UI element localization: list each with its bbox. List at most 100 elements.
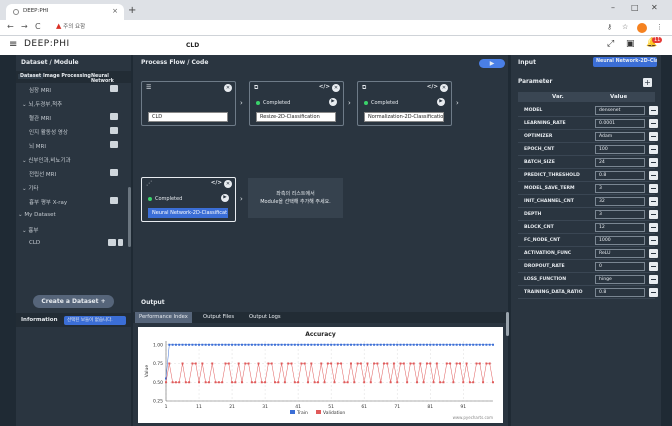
parameter-value[interactable]: 32 bbox=[595, 197, 645, 206]
tree-item[interactable]: 뇌 MRI bbox=[29, 142, 46, 150]
input-title: Input bbox=[518, 59, 536, 66]
tree-scrollbar[interactable] bbox=[128, 187, 131, 247]
minimize-icon[interactable]: – bbox=[611, 3, 615, 12]
remove-parameter-button[interactable] bbox=[649, 223, 658, 232]
add-parameter-button[interactable]: + bbox=[643, 78, 652, 87]
remove-parameter-button[interactable] bbox=[649, 275, 658, 284]
close-tab-icon[interactable]: × bbox=[112, 7, 118, 15]
export-icon[interactable] bbox=[110, 169, 118, 176]
parameter-value[interactable]: 24 bbox=[595, 158, 645, 167]
forward-icon[interactable]: → bbox=[21, 22, 28, 31]
trash-icon[interactable] bbox=[118, 239, 123, 246]
remove-parameter-button[interactable] bbox=[649, 236, 658, 245]
export-icon[interactable] bbox=[110, 113, 118, 120]
browser-tab[interactable]: DEEP:PHI × bbox=[6, 4, 124, 20]
address-bar[interactable]: ▲ 주의 요함 bbox=[56, 22, 616, 34]
information-select[interactable]: 선택된 보들이 없습니다. bbox=[64, 316, 126, 325]
remove-parameter-button[interactable] bbox=[649, 158, 658, 167]
key-icon[interactable]: ⚷ bbox=[607, 23, 612, 31]
tab-dataset[interactable]: Dataset bbox=[18, 74, 44, 79]
input-select[interactable]: Neural Network-2D-Classification bbox=[593, 57, 657, 67]
export-icon[interactable] bbox=[110, 127, 118, 134]
data-point-train bbox=[300, 343, 303, 346]
remove-parameter-button[interactable] bbox=[649, 288, 658, 297]
tab-output-logs[interactable]: Output Logs bbox=[249, 314, 281, 320]
back-icon[interactable]: ← bbox=[7, 22, 14, 31]
tab-neural-network[interactable]: Neural Network bbox=[91, 74, 131, 84]
node-normalization[interactable]: ⧉ </> ✕ Completed ▶ Normalization-2D-Cla… bbox=[357, 81, 452, 126]
close-icon[interactable]: ✕ bbox=[224, 180, 232, 188]
node-dataset[interactable]: ☰ ✕ CLD bbox=[141, 81, 236, 126]
tree-item[interactable]: 인지 활동성 영상 bbox=[29, 128, 68, 136]
play-icon[interactable]: ▶ bbox=[329, 98, 337, 106]
parameter-value[interactable]: 3 bbox=[595, 184, 645, 193]
close-window-icon[interactable]: ✕ bbox=[651, 3, 658, 12]
remove-parameter-button[interactable] bbox=[649, 184, 658, 193]
star-icon[interactable]: ☆ bbox=[622, 23, 628, 31]
code-icon[interactable]: </> bbox=[319, 84, 330, 90]
close-icon[interactable]: ✕ bbox=[332, 84, 340, 92]
remove-parameter-button[interactable] bbox=[649, 171, 658, 180]
parameter-value[interactable]: 3 bbox=[595, 210, 645, 219]
tree-item[interactable]: 전립선 MRI bbox=[29, 170, 56, 178]
tree-item[interactable]: 심장 MRI bbox=[29, 86, 51, 94]
data-point-train bbox=[264, 343, 267, 346]
tree-item[interactable]: ⌄ 뇌,두경부,척추 bbox=[22, 100, 62, 108]
export-icon[interactable] bbox=[110, 197, 118, 204]
close-icon[interactable]: ✕ bbox=[224, 84, 232, 92]
save-icon[interactable]: ▣ bbox=[626, 39, 635, 49]
play-icon[interactable]: ▶ bbox=[221, 194, 229, 202]
parameter-value[interactable]: 0 bbox=[595, 262, 645, 271]
parameter-value[interactable]: ReLU bbox=[595, 249, 645, 258]
data-point-validation bbox=[326, 362, 329, 365]
data-point-train bbox=[455, 343, 458, 346]
remove-parameter-button[interactable] bbox=[649, 210, 658, 219]
parameter-value[interactable]: 12 bbox=[595, 223, 645, 232]
tree-item[interactable]: 흉부 평부 X-ray bbox=[29, 198, 67, 206]
close-icon[interactable]: ✕ bbox=[440, 84, 448, 92]
reload-icon[interactable]: C bbox=[35, 22, 41, 31]
parameter-value[interactable]: 1000 bbox=[595, 236, 645, 245]
remove-parameter-button[interactable] bbox=[649, 119, 658, 128]
create-dataset-button[interactable]: Create a Dataset + bbox=[33, 295, 114, 308]
data-point-train bbox=[297, 343, 300, 346]
remove-parameter-button[interactable] bbox=[649, 262, 658, 271]
new-tab-icon[interactable]: + bbox=[128, 5, 136, 16]
export-icon[interactable] bbox=[110, 85, 118, 92]
tree-item[interactable]: 혈관 MRI bbox=[29, 114, 51, 122]
parameter-value[interactable]: 0.8 bbox=[595, 171, 645, 180]
hamburger-icon[interactable]: ≡ bbox=[9, 39, 17, 50]
tree-item[interactable]: ⌄ My Dataset bbox=[18, 212, 56, 218]
parameter-value[interactable]: Adam bbox=[595, 132, 645, 141]
remove-parameter-button[interactable] bbox=[649, 106, 658, 115]
kebab-menu-icon[interactable]: ⋮ bbox=[656, 23, 663, 31]
parameter-value[interactable]: 0.8 bbox=[595, 288, 645, 297]
parameter-value[interactable]: hinge bbox=[595, 275, 645, 284]
export-icon[interactable] bbox=[108, 239, 116, 246]
tree-item[interactable]: ⌄ 신부인과,비뇨기과 bbox=[22, 156, 71, 164]
node-resize[interactable]: ⧉ </> ✕ Completed ▶ Resize-2D-Classifica… bbox=[249, 81, 344, 126]
tab-image-processing[interactable]: Image Processing bbox=[43, 74, 91, 79]
code-icon[interactable]: </> bbox=[211, 180, 222, 186]
play-icon[interactable]: ▶ bbox=[437, 98, 445, 106]
remove-parameter-button[interactable] bbox=[649, 132, 658, 141]
output-scrollbar[interactable] bbox=[506, 312, 509, 336]
parameter-value[interactable]: 100 bbox=[595, 145, 645, 154]
parameter-value[interactable]: 0.0001 bbox=[595, 119, 645, 128]
tab-output-files[interactable]: Output Files bbox=[203, 314, 234, 320]
export-icon[interactable] bbox=[110, 141, 118, 148]
tree-item[interactable]: ⌄ 흉부 bbox=[22, 226, 38, 234]
run-button[interactable]: ▶ bbox=[479, 59, 505, 68]
tab-performance-index[interactable]: Performance Index bbox=[135, 312, 192, 323]
tree-item[interactable]: ⌄ 기타 bbox=[22, 184, 38, 192]
remove-parameter-button[interactable] bbox=[649, 197, 658, 206]
parameter-value[interactable]: densenet bbox=[595, 106, 645, 115]
tree-item[interactable]: CLD bbox=[29, 240, 40, 246]
node-neural-network[interactable]: ⋰ </> ✕ Completed ▶ Neural Network-2D-Cl… bbox=[141, 177, 236, 222]
remove-parameter-button[interactable] bbox=[649, 145, 658, 154]
maximize-icon[interactable]: □ bbox=[631, 3, 639, 12]
fullscreen-icon[interactable]: ⤢ bbox=[607, 39, 614, 49]
code-icon[interactable]: </> bbox=[427, 84, 438, 90]
remove-parameter-button[interactable] bbox=[649, 249, 658, 258]
profile-avatar[interactable] bbox=[637, 23, 647, 33]
